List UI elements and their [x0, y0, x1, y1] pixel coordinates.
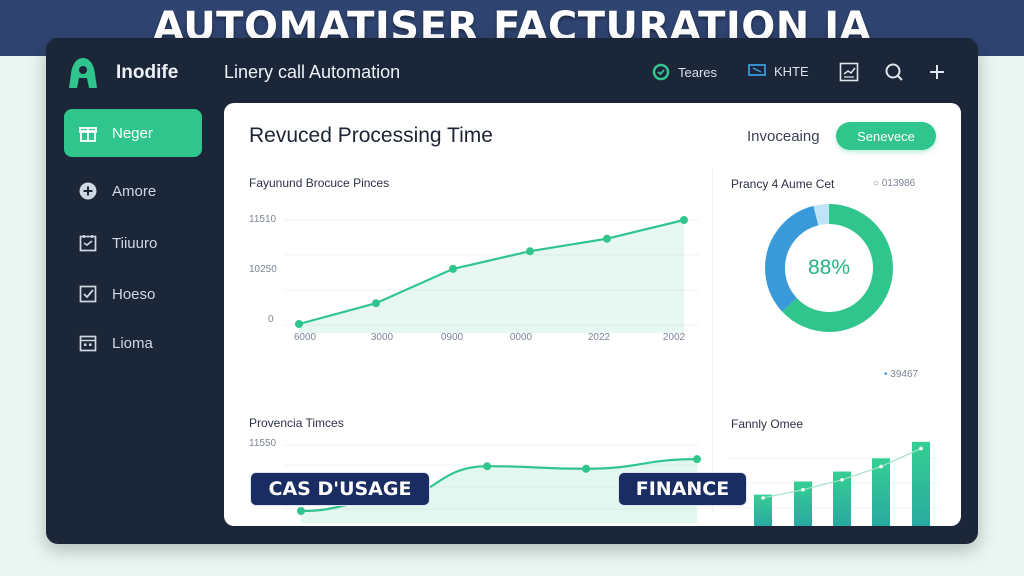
data-point	[483, 462, 492, 471]
trend-point	[801, 487, 805, 492]
toolbar-item-label: Teares	[678, 64, 718, 80]
data-point	[582, 464, 591, 473]
trend-point	[919, 446, 923, 451]
data-point	[526, 247, 534, 256]
plus-circle-icon	[79, 182, 97, 200]
donut-legend-top: ○ 013986	[873, 178, 916, 189]
trend-point	[761, 496, 765, 500]
bar-chart-title: Fannly Omee	[731, 417, 804, 431]
panel-divider	[712, 168, 713, 513]
sidebar-item-label: Neger	[112, 124, 153, 142]
data-point	[449, 264, 457, 273]
calendar-icon	[79, 235, 97, 252]
app-logo-icon	[69, 58, 97, 88]
sidebar-item-label: Tiiuuro	[112, 234, 158, 252]
donut-legend-bottom-value: 39467	[890, 369, 919, 380]
tab-invoicing[interactable]: Invoceaing	[747, 128, 820, 145]
sidebar-item-tiiuuro[interactable]: Tiiuuro	[64, 219, 202, 267]
check-circle-icon	[652, 63, 670, 81]
app-window: Inodife Linery call Automation Teares KH…	[46, 38, 978, 544]
trend-point	[840, 478, 844, 482]
data-point	[680, 216, 688, 224]
donut-chart-title: Prancy 4 Aume Cet	[731, 177, 835, 191]
donut-legend-top-value: 013986	[881, 178, 916, 189]
search-icon[interactable]	[882, 60, 906, 84]
data-point	[603, 234, 611, 243]
sidebar-item-amore[interactable]: Amore	[64, 167, 202, 215]
y-tick: 10250	[249, 264, 277, 275]
sidebar-item-hoeso[interactable]: Hoeso	[64, 270, 202, 318]
donut-chart: 88%	[764, 203, 894, 333]
app-name: Inodife	[116, 62, 179, 83]
sidebar-item-label: Hoeso	[112, 285, 156, 303]
donut-legend-bottom: • 39467	[884, 369, 919, 380]
y-tick: 11550	[249, 438, 277, 449]
line-chart-fill	[299, 220, 684, 333]
data-point	[693, 455, 701, 464]
overlay-label-use-case: CAS D'USAGE	[250, 472, 430, 506]
sidebar-item-label: Amore	[112, 182, 157, 200]
x-tick: 0900	[440, 332, 464, 343]
overlay-label-finance: FINANCE	[618, 472, 747, 506]
plus-icon[interactable]	[925, 60, 949, 84]
toolbar-item-label: KHTE	[774, 63, 809, 79]
calendar-grid-icon	[79, 335, 97, 352]
sidebar-item-label: Lioma	[112, 334, 153, 352]
monitor-icon	[748, 64, 766, 76]
page-title: Revuced Processing Time	[249, 124, 493, 147]
area-chart-title: Provencia Timces	[249, 416, 344, 430]
x-tick: 0000	[509, 332, 533, 343]
line-chart-title: Fayunund Brocuce Pinces	[249, 176, 390, 190]
y-tick: 0	[268, 314, 274, 325]
sidebar-item-lioma[interactable]: Lioma	[64, 319, 202, 367]
window-title: Linery call Automation	[224, 62, 401, 82]
bar	[912, 441, 930, 526]
x-tick: 3000	[370, 332, 394, 343]
data-point	[295, 320, 303, 328]
donut-center-value: 88%	[807, 256, 851, 279]
toolbar-item-khte[interactable]: KHTE	[748, 63, 809, 79]
data-point	[372, 299, 380, 308]
x-tick: 2022	[587, 332, 611, 343]
service-button[interactable]: Senevece	[836, 122, 936, 150]
sidebar-item-neger[interactable]: Neger	[64, 109, 202, 157]
line-chart	[284, 216, 699, 333]
toolbar-item-teares[interactable]: Teares	[652, 63, 717, 81]
data-point	[297, 507, 305, 515]
gift-icon	[79, 127, 97, 142]
chart-box-icon[interactable]	[837, 60, 861, 84]
x-tick: 2002	[662, 332, 686, 343]
y-tick: 11510	[249, 214, 277, 225]
trend-point	[879, 464, 883, 469]
x-tick: 6000	[293, 332, 317, 343]
check-square-icon	[79, 285, 97, 303]
bar-chart: 0 06 16 0C R64X	[729, 441, 939, 526]
main-card: Revuced Processing Time Invoceaing Senev…	[224, 103, 961, 526]
